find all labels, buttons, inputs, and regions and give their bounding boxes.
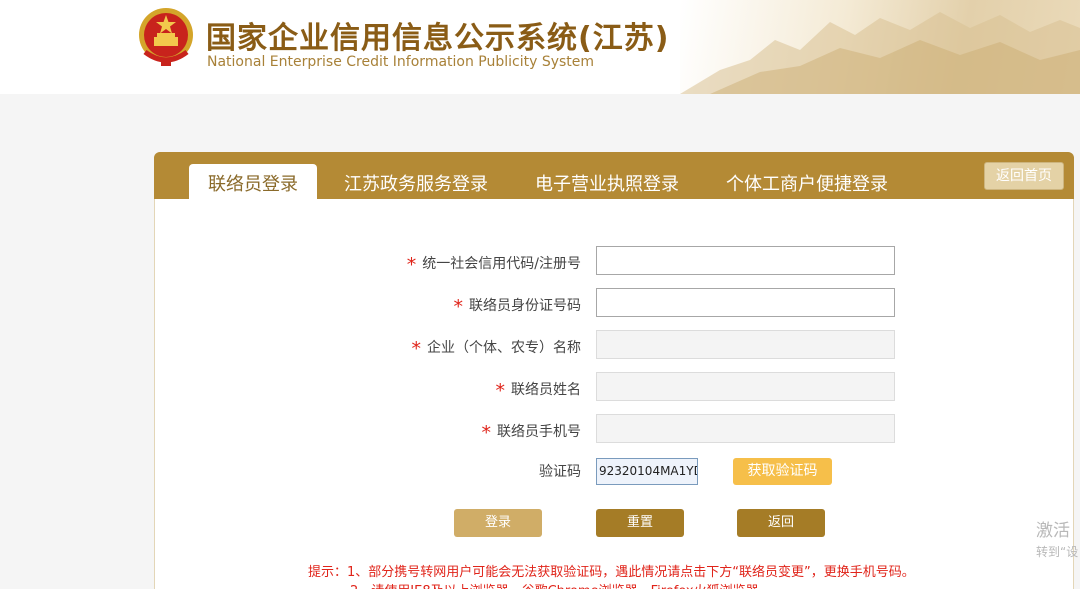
activation-watermark-hint: 转到“设 <box>1036 545 1079 559</box>
credit-code-input[interactable] <box>596 246 895 275</box>
site-subtitle: National Enterprise Credit Information P… <box>207 54 595 70</box>
form-row-company-name: * 企业（个体、农专）名称 <box>155 330 1075 360</box>
liaison-name-label: * 联络员姓名 <box>495 380 582 402</box>
liaison-name-input <box>596 372 895 401</box>
credit-code-label: * 统一社会信用代码/注册号 <box>406 254 581 276</box>
company-name-label: * 企业（个体、农专）名称 <box>411 338 582 360</box>
tab-jiangsu-gov-login[interactable]: 江苏政务服务登录 <box>344 164 488 199</box>
site-header: 国家企业信用信息公示系统(江苏) National Enterprise Cre… <box>0 0 1080 94</box>
login-button[interactable]: 登录 <box>454 509 542 537</box>
tip-line-2: 2、请使用IE8及以上浏览器、谷歌Chrome浏览器、Firefox火狐浏览器 <box>350 580 759 589</box>
required-star: * <box>481 422 492 444</box>
login-tabbar: 联络员登录 江苏政务服务登录 电子营业执照登录 个体工商户便捷登录 返回首页 <box>154 152 1074 199</box>
form-row-liaison-name: * 联络员姓名 <box>155 372 1075 402</box>
form-row-verification-code: 验证码 92320104MA1YD 获取验证码 <box>155 456 1075 486</box>
back-button[interactable]: 返回 <box>737 509 825 537</box>
form-row-phone: * 联络员手机号 <box>155 414 1075 444</box>
header-landscape-decoration <box>680 0 1080 94</box>
id-number-input[interactable] <box>596 288 895 317</box>
tab-liaison-login[interactable]: 联络员登录 <box>189 164 317 199</box>
phone-label: * 联络员手机号 <box>481 422 582 444</box>
required-star: * <box>453 296 464 318</box>
back-to-home-button[interactable]: 返回首页 <box>984 162 1064 190</box>
id-number-label: * 联络员身份证号码 <box>453 296 582 318</box>
site-title: 国家企业信用信息公示系统(江苏) <box>206 21 670 56</box>
tip-line-1: 提示：1、部分携号转网用户可能会无法获取验证码，遇此情况请点击下方“联络员变更”… <box>308 565 915 580</box>
tab-individual-business-login[interactable]: 个体工商户便捷登录 <box>726 164 888 199</box>
form-row-credit-code: * 统一社会信用代码/注册号 <box>155 246 1075 276</box>
tab-e-license-login[interactable]: 电子营业执照登录 <box>535 164 679 199</box>
verification-code-label: 验证码 <box>539 464 581 480</box>
national-emblem-icon <box>137 6 195 68</box>
required-star: * <box>406 254 417 276</box>
phone-input <box>596 414 895 443</box>
required-star: * <box>495 380 506 402</box>
reset-button[interactable]: 重置 <box>596 509 684 537</box>
required-star: * <box>411 338 422 360</box>
form-row-id-number: * 联络员身份证号码 <box>155 288 1075 318</box>
verification-code-input[interactable]: 92320104MA1YD <box>596 458 698 485</box>
company-name-input <box>596 330 895 359</box>
get-code-button[interactable]: 获取验证码 <box>733 458 832 485</box>
app-root: 国家企业信用信息公示系统(江苏) National Enterprise Cre… <box>0 0 1080 589</box>
activation-watermark: 激活 <box>1036 521 1070 541</box>
login-panel: 联络员登录 江苏政务服务登录 电子营业执照登录 个体工商户便捷登录 返回首页 *… <box>154 152 1074 589</box>
